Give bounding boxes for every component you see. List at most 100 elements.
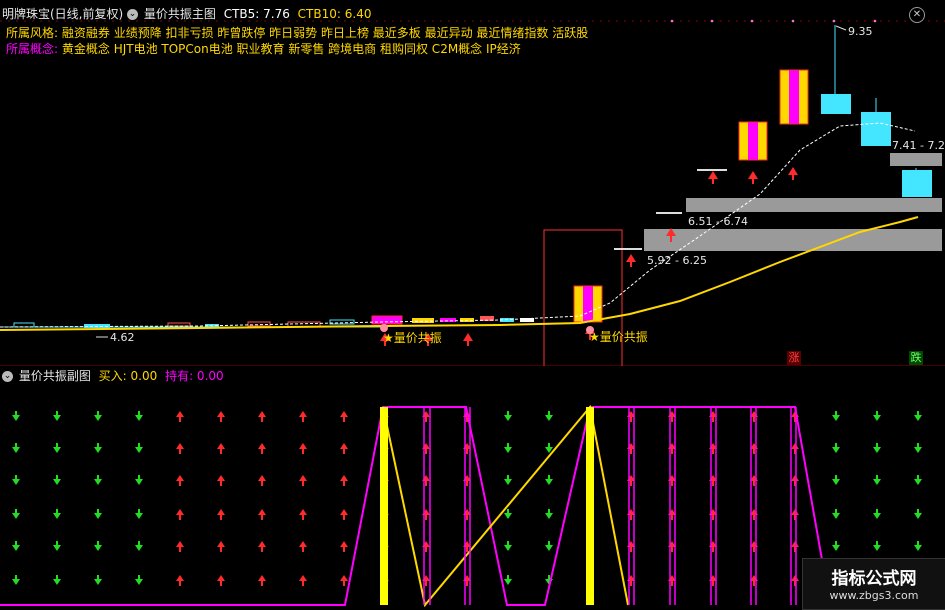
signal-arrow	[914, 479, 922, 485]
watermark-title: 指标公式网	[831, 569, 917, 589]
signal-arrow	[299, 541, 307, 547]
signal-arrow	[504, 513, 512, 519]
style-values: 融资融券 业绩预降 扣非亏损 昨曾跌停 昨日弱势 昨日上榜 最近多板 最近异动 …	[61, 26, 589, 40]
signal-arrow	[504, 479, 512, 485]
signal-arrow	[135, 415, 143, 421]
signal-arrow-stem	[220, 417, 222, 422]
signal-arrow	[53, 415, 61, 421]
signal-arrow-stem	[302, 515, 304, 520]
signal-arrow	[914, 415, 922, 421]
signal-arrow	[873, 545, 881, 551]
signal-arrow	[832, 415, 840, 421]
signal-arrow-stem	[179, 547, 181, 552]
signal-arrow	[12, 545, 20, 551]
price-zone-low	[644, 229, 942, 251]
signal-arrow-stem	[343, 581, 345, 586]
signal-arrow-stem	[343, 449, 345, 454]
main-indicator-name[interactable]: 量价共振主图	[144, 7, 216, 21]
signal-arrow	[504, 415, 512, 421]
signal-arrow	[176, 443, 184, 449]
signal-arrow	[53, 513, 61, 519]
signal-arrow	[217, 443, 225, 449]
signal-arrow	[94, 545, 102, 551]
signal-arrow-stem	[261, 515, 263, 520]
close-icon[interactable]: ✕	[909, 7, 925, 23]
signal-arrow-stem	[179, 417, 181, 422]
stock-title[interactable]: 明牌珠宝(日线,前复权)	[2, 7, 123, 21]
signal-arrow	[217, 575, 225, 581]
main-header: 明牌珠宝(日线,前复权) ⌄ 量价共振主图 CTB5: 7.76 CTB10: …	[2, 6, 371, 22]
signal-arrow	[422, 575, 430, 581]
signal-arrow	[340, 411, 348, 417]
signal-arrow-stem	[630, 417, 632, 422]
indicator-dropdown-icon[interactable]: ⌄	[127, 9, 139, 20]
signal-arrow	[12, 479, 20, 485]
signal-arrow	[422, 541, 430, 547]
ctb10-value: CTB10: 6.40	[297, 7, 372, 21]
signal-arrow-stem	[712, 417, 714, 422]
signal-arrow-stem	[712, 481, 714, 486]
signal-arrow-stem	[671, 481, 673, 486]
signal-arrow-stem	[425, 581, 427, 586]
signal-arrow	[135, 545, 143, 551]
signal-arrow-stem	[425, 417, 427, 422]
price-zone-mid	[686, 198, 942, 212]
signal-arrow	[53, 479, 61, 485]
signal-arrow-stem	[261, 547, 263, 552]
signal-arrow-stem	[261, 417, 263, 422]
signal-arrow	[258, 509, 266, 515]
signal-arrow	[12, 447, 20, 453]
signal-arrow-stem	[220, 449, 222, 454]
signal-arrow	[176, 475, 184, 481]
signal-arrow	[832, 479, 840, 485]
signal-arrow	[791, 509, 799, 515]
signal-arrow-stem	[343, 417, 345, 422]
signal-arrow	[422, 411, 430, 417]
signal-arrow-stem	[466, 547, 468, 552]
signal-arrow-stem	[179, 515, 181, 520]
signal-arrow	[545, 513, 553, 519]
signal-arrow	[422, 509, 430, 515]
signal-arrow-stem	[753, 515, 755, 520]
concept-label: 所属概念:	[6, 42, 59, 56]
concept-row: 所属概念: 黄金概念 HJT电池 TOPCon电池 职业教育 新零售 跨境电商 …	[6, 41, 521, 57]
signal-arrow	[258, 443, 266, 449]
signal-arrow-stem	[179, 581, 181, 586]
signal-arrow-stem	[712, 547, 714, 552]
signal-arrow	[504, 579, 512, 585]
signal-arrow-stem	[425, 515, 427, 520]
signal-arrow	[94, 579, 102, 585]
signal-arrow	[340, 541, 348, 547]
style-label: 所属风格:	[6, 26, 59, 40]
signal-arrow-stem	[261, 581, 263, 586]
zone-label-top: 7.41 - 7.20	[892, 139, 945, 152]
signal-arrow	[258, 411, 266, 417]
signal-arrow-stem	[630, 481, 632, 486]
signal-arrow-stem	[712, 515, 714, 520]
signal-arrow	[94, 479, 102, 485]
signal-arrow	[12, 415, 20, 421]
signal-arrow	[873, 447, 881, 453]
signal-arrow	[340, 575, 348, 581]
top-dots	[670, 19, 877, 23]
signal-arrow	[94, 415, 102, 421]
signal-arrow-stem	[220, 581, 222, 586]
signal-arrow-stem	[302, 449, 304, 454]
signal-arrow-stem	[179, 481, 181, 486]
style-row: 所属风格: 融资融券 业绩预降 扣非亏损 昨曾跌停 昨日弱势 昨日上榜 最近多板…	[6, 25, 588, 41]
signal-arrow	[504, 447, 512, 453]
signal-arrow	[873, 479, 881, 485]
signal-arrow-stem	[753, 581, 755, 586]
ctb5-line	[0, 122, 916, 328]
signal-arrow-stem	[753, 449, 755, 454]
up-candles	[738, 69, 809, 161]
signal-arrow-stem	[425, 547, 427, 552]
signal-arrow	[545, 415, 553, 421]
signal-arrow-stem	[466, 449, 468, 454]
signal-arrow	[176, 411, 184, 417]
signal-arrow-stem	[302, 481, 304, 486]
signal-arrow-stem	[261, 481, 263, 486]
fall-badge: 跌	[909, 351, 923, 365]
signal-arrow	[94, 447, 102, 453]
signal-arrow	[258, 541, 266, 547]
